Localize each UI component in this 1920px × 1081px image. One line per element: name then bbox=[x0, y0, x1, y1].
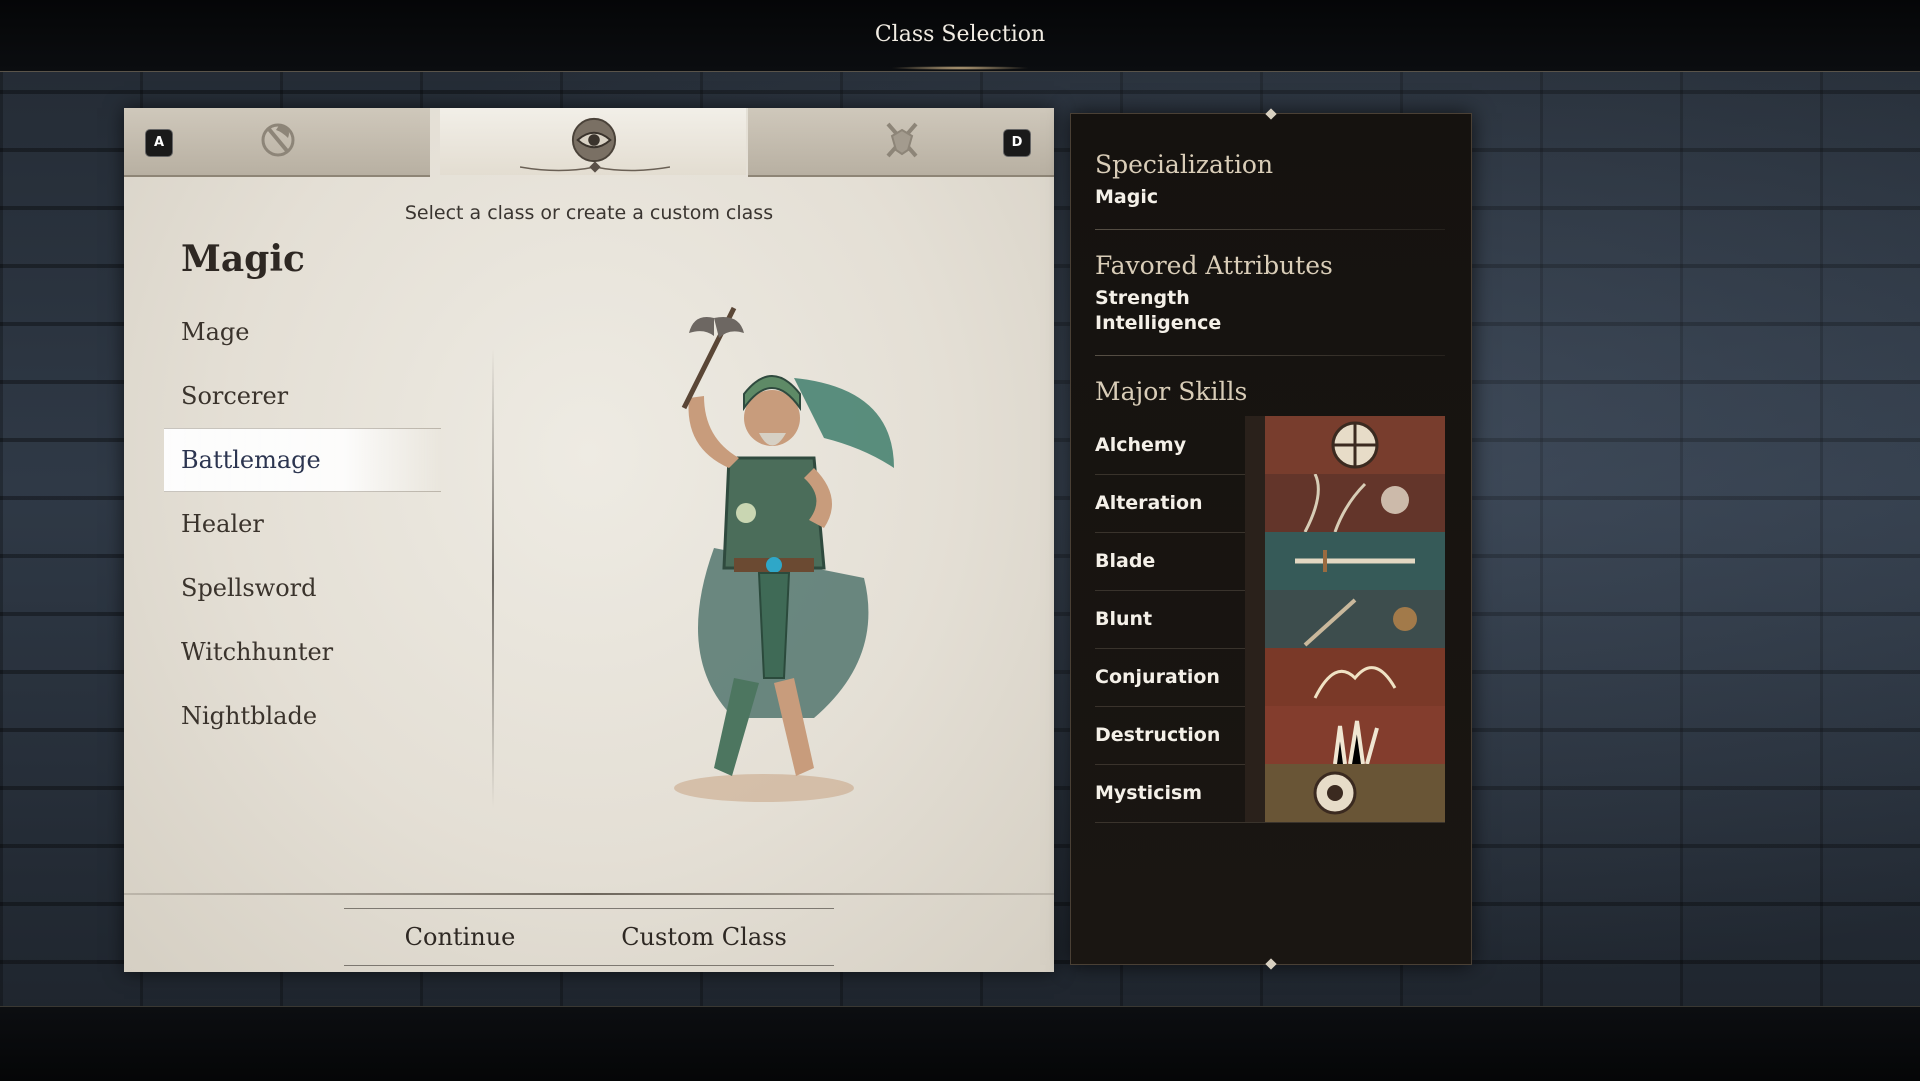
skill-label: Mysticism bbox=[1095, 782, 1203, 804]
top-bar: Class Selection bbox=[0, 0, 1920, 72]
section-divider bbox=[1095, 355, 1445, 356]
skill-row-alchemy: Alchemy bbox=[1095, 416, 1445, 475]
class-option-spellsword[interactable]: Spellsword bbox=[181, 557, 441, 619]
skill-row-blunt: Blunt bbox=[1095, 590, 1445, 649]
class-selection-panel: A D Select a class or create a custom cl… bbox=[124, 108, 1054, 972]
class-option-witchhunter[interactable]: Witchhunter bbox=[181, 621, 441, 683]
bottom-bar bbox=[0, 1006, 1920, 1081]
mysticism-eye-icon bbox=[1245, 764, 1445, 822]
eye-emblem-icon bbox=[570, 116, 618, 164]
major-skills-title: Major Skills bbox=[1095, 377, 1248, 406]
custom-class-button[interactable]: Custom Class bbox=[584, 908, 824, 964]
tab-stealth[interactable]: D bbox=[748, 108, 1054, 177]
tab-combat[interactable]: A bbox=[124, 108, 430, 177]
page-title: Class Selection bbox=[874, 22, 1046, 47]
alteration-icon bbox=[1245, 474, 1445, 532]
destruction-hand-icon bbox=[1245, 706, 1445, 764]
skill-label: Destruction bbox=[1095, 724, 1221, 746]
specialization-value: Magic bbox=[1095, 186, 1159, 208]
specialization-title: Specialization bbox=[1095, 150, 1274, 179]
conjuration-icon bbox=[1245, 648, 1445, 706]
skill-row-blade: Blade bbox=[1095, 532, 1445, 591]
favored-attributes-title: Favored Attributes bbox=[1095, 251, 1333, 280]
attribute-intelligence: Intelligence bbox=[1095, 312, 1222, 334]
tab-magic[interactable] bbox=[440, 108, 746, 175]
tab-flourish bbox=[520, 161, 670, 173]
key-hint-a: A bbox=[146, 130, 172, 156]
skill-row-mysticism: Mysticism bbox=[1095, 764, 1445, 823]
specialization-tabs: A D bbox=[124, 108, 1054, 177]
skill-row-alteration: Alteration bbox=[1095, 474, 1445, 533]
key-hint-d: D bbox=[1004, 130, 1030, 156]
crossed-swords-shield-icon bbox=[878, 116, 926, 164]
category-heading: Magic bbox=[181, 238, 305, 280]
mace-icon bbox=[1245, 590, 1445, 648]
battlemage-portrait bbox=[674, 306, 894, 802]
class-option-sorcerer[interactable]: Sorcerer bbox=[181, 365, 441, 427]
section-divider bbox=[1095, 229, 1445, 230]
skill-label: Alteration bbox=[1095, 492, 1203, 514]
class-info-panel: Specialization Magic Favored Attributes … bbox=[1070, 108, 1472, 970]
selection-prompt: Select a class or create a custom class bbox=[404, 202, 774, 224]
skill-label: Conjuration bbox=[1095, 666, 1220, 688]
skill-label: Alchemy bbox=[1095, 434, 1187, 456]
skill-label: Blade bbox=[1095, 550, 1156, 572]
alchemy-icon bbox=[1245, 416, 1445, 474]
class-option-mage[interactable]: Mage bbox=[181, 301, 441, 363]
sword-icon bbox=[1245, 532, 1445, 590]
skill-row-destruction: Destruction bbox=[1095, 706, 1445, 765]
title-glow bbox=[890, 66, 1030, 70]
continue-button[interactable]: Continue bbox=[360, 908, 560, 964]
class-option-battlemage[interactable]: Battlemage bbox=[164, 428, 441, 492]
skill-label: Blunt bbox=[1095, 608, 1153, 630]
attribute-strength: Strength bbox=[1095, 287, 1190, 309]
list-divider bbox=[492, 348, 494, 808]
axe-emblem-icon bbox=[254, 116, 302, 164]
footer-divider bbox=[124, 893, 1054, 895]
class-option-nightblade[interactable]: Nightblade bbox=[181, 685, 441, 747]
skill-row-conjuration: Conjuration bbox=[1095, 648, 1445, 707]
class-option-healer[interactable]: Healer bbox=[181, 493, 441, 555]
